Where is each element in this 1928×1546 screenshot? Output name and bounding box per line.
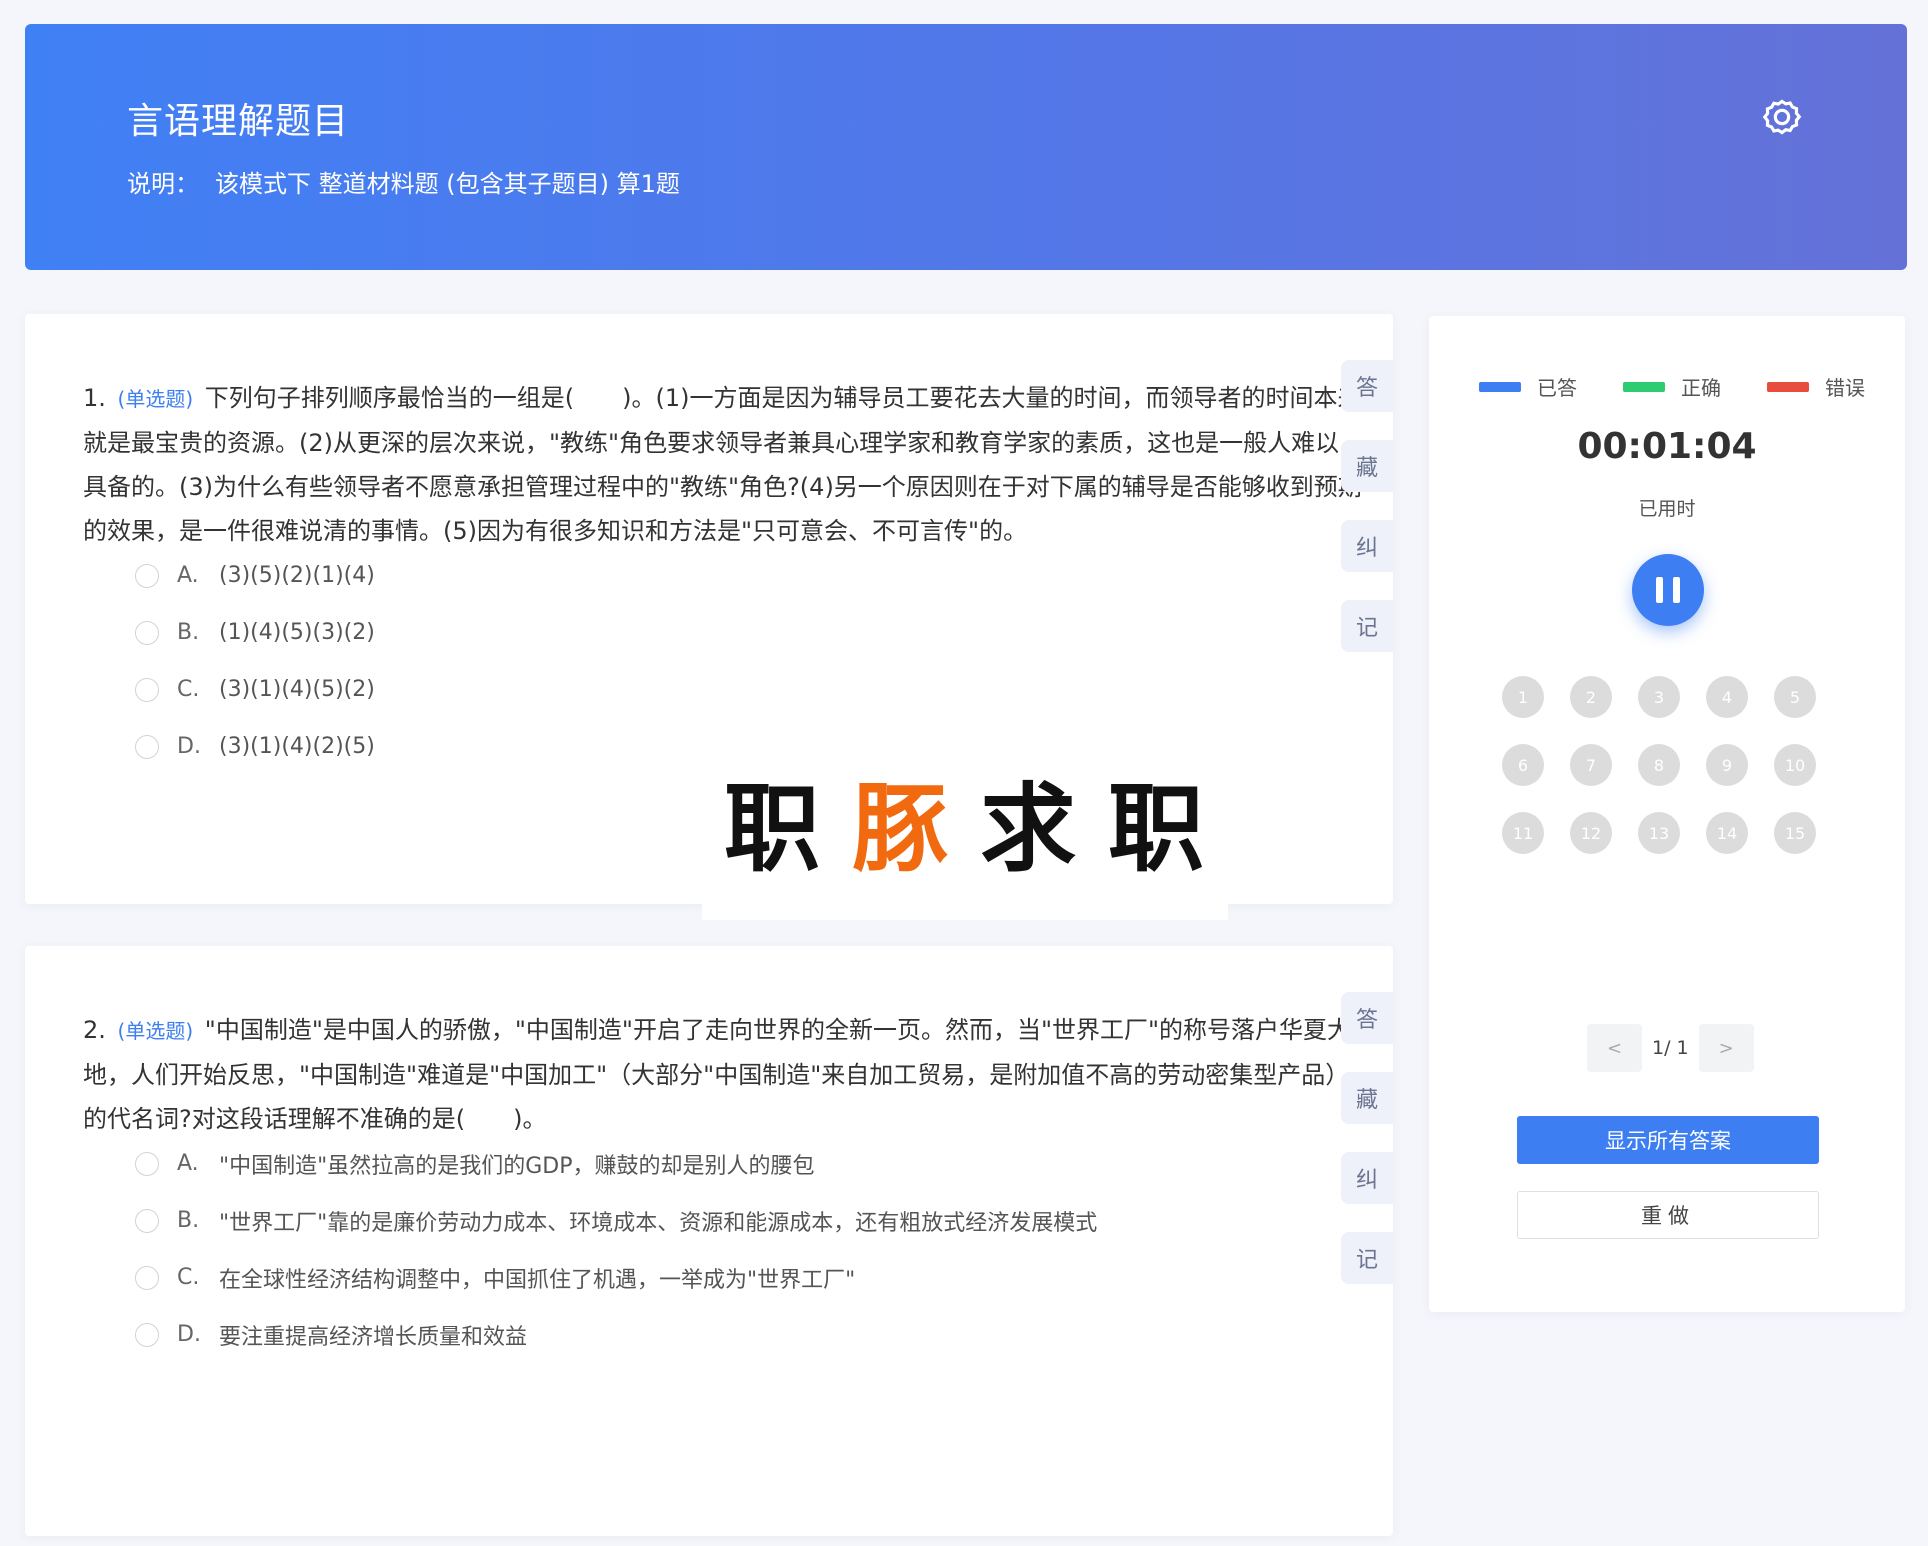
next-page-button[interactable]: > [1698,1024,1754,1072]
question-nav-item[interactable]: 7 [1570,744,1612,786]
question-stem: "中国制造"是中国人的骄傲，"中国制造"开启了走向世界的全新一页。然而，当"世界… [83,1016,1352,1133]
question-nav-item[interactable]: 2 [1570,676,1612,718]
radio-button[interactable] [135,563,159,588]
question-number: 1. [83,384,106,412]
question-tools: 答 藏 纠 记 [1341,360,1393,652]
radio-button[interactable] [135,620,159,645]
watermark-logo: 职 豚 求 职 [702,720,1228,920]
favorite-button[interactable]: 藏 [1341,440,1393,492]
gear-icon[interactable] [1757,92,1807,142]
question-1-text: 1. (单选题) 下列句子排列顺序最恰当的一组是( )。(1)一方面是因为辅导员… [83,376,1363,553]
question-nav-item[interactable]: 15 [1774,812,1816,854]
question-nav-item[interactable]: 9 [1706,744,1748,786]
question-2-text: 2. (单选题) "中国制造"是中国人的骄傲，"中国制造"开启了走向世界的全新一… [83,1008,1363,1141]
question-nav-item[interactable]: 4 [1706,676,1748,718]
question-number: 2. [83,1016,106,1044]
option-text: (3)(1)(4)(5)(2) [219,677,375,702]
favorite-button[interactable]: 藏 [1341,1072,1393,1124]
prev-page-button[interactable]: < [1587,1024,1642,1072]
question-nav-item[interactable]: 12 [1570,812,1612,854]
report-error-button[interactable]: 纠 [1341,520,1393,572]
pager: < 1/ 1 > [1587,1024,1754,1072]
redo-button[interactable]: 重做 [1517,1191,1819,1239]
show-all-answers-button[interactable]: 显示所有答案 [1517,1116,1819,1164]
option-text: 在全球性经济结构调整中，中国抓住了机遇，一举成为"世界工厂" [219,1267,856,1293]
elapsed-timer: 00:01:04 [1577,426,1757,467]
option-text: 要注重提高经济增长质量和效益 [219,1324,528,1350]
option-c[interactable]: C. (3)(1)(4)(5)(2) [135,661,375,718]
question-nav-item[interactable]: 13 [1638,812,1680,854]
question-nav-item[interactable]: 14 [1706,812,1748,854]
answer-sheet-panel: 已答 正确 错误 00:01:04 已用时 1 2 3 4 5 6 7 8 9 … [1429,316,1905,1312]
note-button[interactable]: 记 [1341,1232,1393,1284]
radio-button[interactable] [135,677,159,702]
question-nav-item[interactable]: 5 [1774,676,1816,718]
question-nav-item[interactable]: 6 [1502,744,1544,786]
option-c[interactable]: C. 在全球性经济结构调整中，中国抓住了机遇，一举成为"世界工厂" [135,1249,1097,1306]
mode-description: 说明： 该模式下 整道材料题 (包含其子题目) 算1题 [127,164,680,199]
option-b[interactable]: B. (1)(4)(5)(3)(2) [135,604,375,661]
question-number-grid: 1 2 3 4 5 6 7 8 9 10 11 12 13 14 15 [1502,676,1816,854]
question-card-2: 2. (单选题) "中国制造"是中国人的骄傲，"中国制造"开启了走向世界的全新一… [25,946,1393,1536]
question-nav-item[interactable]: 8 [1638,744,1680,786]
description-label: 说明： [127,170,199,198]
page-title: 言语理解题目 [127,101,350,142]
option-text: (1)(4)(5)(3)(2) [219,620,375,645]
option-text: "中国制造"虽然拉高的是我们的GDP，赚鼓的却是别人的腰包 [219,1153,815,1179]
radio-button[interactable] [135,1208,159,1233]
note-button[interactable]: 记 [1341,600,1393,652]
legend-correct: 正确 [1623,372,1721,401]
timer-label: 已用时 [1638,498,1696,520]
question-type: (单选题) [117,387,194,411]
legend: 已答 正确 错误 [1479,372,1865,401]
option-b[interactable]: B. "世界工厂"靠的是廉价劳动力成本、环境成本、资源和能源成本，还有粗放式经济… [135,1192,1097,1249]
answer-button[interactable]: 答 [1341,360,1393,412]
option-a[interactable]: A. "中国制造"虽然拉高的是我们的GDP，赚鼓的却是别人的腰包 [135,1135,1097,1192]
question-nav-item[interactable]: 11 [1502,812,1544,854]
option-d[interactable]: D. 要注重提高经济增长质量和效益 [135,1306,1097,1363]
radio-button[interactable] [135,1265,159,1290]
radio-button[interactable] [135,1322,159,1347]
options-list: A. "中国制造"虽然拉高的是我们的GDP，赚鼓的却是别人的腰包 B. "世界工… [135,1135,1097,1363]
options-list: A. (3)(5)(2)(1)(4) B. (1)(4)(5)(3)(2) C.… [135,547,375,775]
option-a[interactable]: A. (3)(5)(2)(1)(4) [135,547,375,604]
radio-button[interactable] [135,1151,159,1176]
description-text: 该模式下 整道材料题 (包含其子题目) 算1题 [215,170,680,198]
question-stem: 下列句子排列顺序最恰当的一组是( )。(1)一方面是因为辅导员工要花去大量的时间… [83,384,1362,545]
pause-button[interactable] [1632,554,1704,626]
question-type: (单选题) [117,1019,194,1043]
legend-wrong: 错误 [1767,372,1865,401]
option-text: "世界工厂"靠的是廉价劳动力成本、环境成本、资源和能源成本，还有粗放式经济发展模… [219,1210,1098,1236]
option-text: (3)(5)(2)(1)(4) [219,563,375,588]
option-d[interactable]: D. (3)(1)(4)(2)(5) [135,718,375,775]
question-nav-item[interactable]: 3 [1638,676,1680,718]
question-nav-item[interactable]: 1 [1502,676,1544,718]
page-header: 言语理解题目 说明： 该模式下 整道材料题 (包含其子题目) 算1题 [25,24,1907,270]
pause-icon [1656,577,1663,603]
report-error-button[interactable]: 纠 [1341,1152,1393,1204]
page-info: 1/ 1 [1652,1037,1689,1059]
question-tools: 答 藏 纠 记 [1341,992,1393,1284]
option-text: (3)(1)(4)(2)(5) [219,734,375,759]
legend-answered: 已答 [1479,372,1577,401]
question-nav-item[interactable]: 10 [1774,744,1816,786]
answer-button[interactable]: 答 [1341,992,1393,1044]
radio-button[interactable] [135,734,159,759]
